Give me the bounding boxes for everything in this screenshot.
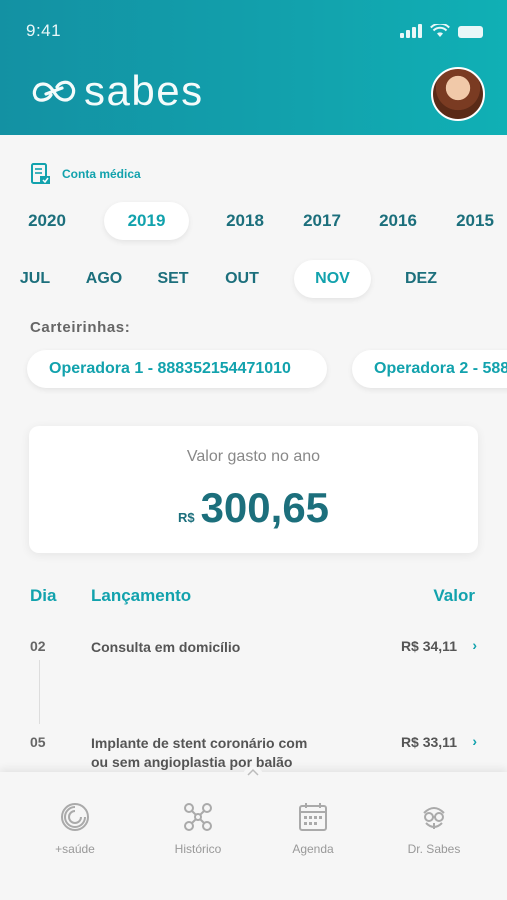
nav-label: Histórico — [174, 842, 222, 856]
nav-saude[interactable]: +saúde — [20, 800, 130, 856]
section-title: Conta médica — [30, 162, 141, 186]
month-nov[interactable]: NOV — [294, 260, 371, 298]
chevron-up-icon — [247, 768, 259, 776]
month-dez[interactable]: DEZ — [396, 260, 446, 298]
nav-label: Agenda — [292, 842, 334, 856]
total-value: 300,65 — [200, 484, 330, 531]
medical-bill-icon — [31, 163, 50, 184]
year-selector: 2020 2019 2018 2017 2016 2015 — [0, 202, 507, 240]
doctor-robot-icon — [423, 807, 445, 829]
row-day: 02 — [30, 638, 46, 654]
battery-icon — [458, 26, 483, 38]
app-logo[interactable]: sabes — [30, 70, 204, 112]
history-network-icon — [184, 803, 212, 831]
bottom-navigation: +saúde Histórico Agenda Dr. Sabes — [0, 766, 507, 900]
row-value: R$ 34,11 — [400, 638, 457, 654]
month-jul[interactable]: JUL — [10, 260, 60, 298]
health-ring-icon — [61, 803, 89, 831]
table-header: Dia Lançamento Valor — [0, 586, 507, 610]
timeline-line — [39, 660, 40, 724]
month-set[interactable]: SET — [148, 260, 198, 298]
total-caption: Valor gasto no ano — [186, 448, 321, 465]
year-2020[interactable]: 2020 — [17, 202, 77, 240]
user-avatar[interactable] — [431, 67, 485, 121]
year-2018[interactable]: 2018 — [215, 202, 275, 240]
row-description: Consulta em domicílio — [91, 639, 241, 655]
year-2015[interactable]: 2015 — [445, 202, 505, 240]
brand-name: sabes — [84, 67, 204, 114]
carteirinha-chip[interactable]: Operadora 1 - 888352154471010 — [27, 350, 327, 388]
year-2019[interactable]: 2019 — [104, 202, 189, 240]
status-time: 9:41 — [26, 21, 62, 40]
row-description: Implante de stent coronário com ou sem a… — [91, 735, 308, 770]
row-day: 05 — [30, 734, 46, 750]
column-entry: Lançamento — [91, 586, 192, 605]
status-icons — [400, 24, 483, 38]
year-2016[interactable]: 2016 — [368, 202, 428, 240]
row-value: R$ 33,11 — [400, 734, 457, 750]
calendar-icon — [299, 803, 327, 831]
annual-total-card: Valor gasto no ano R$ 300,65 — [29, 426, 478, 553]
app-header: 9:41 sabes — [0, 0, 507, 135]
infinity-logo-icon — [32, 80, 76, 102]
nav-agenda[interactable]: Agenda — [258, 800, 368, 856]
year-2017[interactable]: 2017 — [292, 202, 352, 240]
carteirinha-chip[interactable]: Operadora 2 - 588 — [352, 350, 507, 388]
column-value: Valor — [433, 586, 475, 605]
nav-label: Dr. Sabes — [407, 842, 461, 856]
chevron-right-icon[interactable]: › — [472, 637, 477, 653]
nav-historico[interactable]: Histórico — [143, 800, 253, 856]
currency-symbol: R$ — [177, 510, 195, 525]
status-bar: 9:41 — [0, 0, 507, 60]
column-day: Dia — [30, 586, 57, 605]
nav-label: +saúde — [55, 842, 95, 856]
month-ago[interactable]: AGO — [79, 260, 129, 298]
month-selector: JUL AGO SET OUT NOV DEZ — [0, 260, 507, 298]
month-out[interactable]: OUT — [217, 260, 267, 298]
cellular-signal-icon — [400, 24, 422, 38]
total-amount: R$ 300,65 — [29, 484, 478, 532]
carteirinhas-label: Carteirinhas: — [30, 319, 131, 336]
chevron-right-icon[interactable]: › — [472, 733, 477, 749]
nav-dr-sabes[interactable]: Dr. Sabes — [379, 800, 489, 856]
wifi-icon — [430, 24, 450, 37]
section-label: Conta médica — [62, 167, 141, 181]
